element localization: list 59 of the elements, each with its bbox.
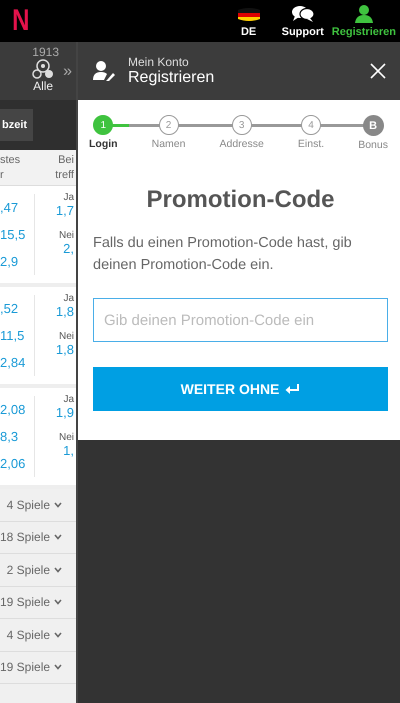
odds-button[interactable]: 2,06	[0, 456, 34, 471]
close-icon	[370, 63, 386, 79]
logo[interactable]: N	[12, 4, 30, 38]
step-label: Einst.	[298, 138, 324, 150]
continue-button[interactable]: WEITER OHNE	[93, 367, 388, 411]
step-label: Bonus	[358, 139, 388, 151]
step-number: 1	[93, 115, 114, 135]
chevron-down-icon	[54, 632, 62, 638]
step-label: Namen	[152, 138, 186, 150]
odds-label: Ja	[63, 192, 74, 203]
step-number: 3	[232, 115, 252, 135]
balls-icon	[31, 59, 56, 79]
odds-button[interactable]: 2,	[63, 241, 74, 256]
column-header: stes r	[0, 153, 22, 183]
sport-filter[interactable]: Alle	[31, 59, 56, 93]
step-label: Addresse	[220, 138, 264, 150]
section-heading: Promotion-Code	[146, 186, 336, 214]
nav-item[interactable]: Support	[278, 0, 328, 42]
chevron-down-icon	[54, 566, 62, 573]
dialog-subtitle: Mein Konto	[128, 55, 190, 69]
odds-label: Ja	[63, 293, 74, 304]
odds-button[interactable]: 1,8	[56, 304, 74, 319]
chat-icon	[290, 4, 316, 24]
odds-button[interactable]: 8,3	[0, 429, 34, 444]
step-number: 2	[158, 115, 179, 135]
odds-label: Nei	[58, 432, 74, 443]
more-button[interactable]: »	[63, 63, 72, 81]
step-label: Login	[89, 138, 118, 150]
nav-item[interactable]: DE	[232, 0, 266, 42]
user-edit-icon	[92, 60, 116, 82]
odds-button[interactable]: 1,7	[56, 203, 74, 218]
step-number: 4	[301, 115, 322, 135]
event-count: 1913	[32, 45, 59, 59]
chevron-down-icon	[54, 664, 62, 670]
odds-button[interactable]: 2,9	[0, 254, 34, 269]
return-icon	[285, 383, 300, 395]
bonus-step-marker: B	[362, 115, 384, 136]
tab-button[interactable]: bzeit	[0, 109, 34, 141]
odds-button[interactable]: 1,8	[56, 342, 74, 357]
odds-button[interactable]: 2,84	[0, 355, 34, 370]
chevron-down-icon	[54, 599, 62, 606]
odds-button[interactable]: ,52	[0, 301, 34, 316]
odds-label: Nei	[58, 230, 74, 241]
chevron-down-icon	[54, 502, 62, 508]
nav-item[interactable]: Registrieren	[328, 0, 400, 42]
odds-button[interactable]: 1,9	[56, 405, 74, 420]
odds-label: Ja	[63, 394, 74, 405]
dialog-title: Registrieren	[128, 69, 216, 87]
odds-button[interactable]: 11,5	[0, 328, 34, 343]
odds-button[interactable]: ,47	[0, 200, 34, 215]
instruction-text: Falls du einen Promotion-Code hast, gib deinen Promotion-Code ein.	[93, 234, 353, 275]
promo-code-field[interactable]: Gib deinen Promotion-Code ein	[93, 298, 388, 342]
chevron-down-icon	[54, 534, 62, 540]
odds-button[interactable]: 15,5	[0, 227, 34, 242]
odds-button[interactable]: 1,	[63, 443, 74, 458]
close-button[interactable]	[370, 63, 386, 79]
odds-label: Nei	[58, 331, 74, 342]
column-header: Bei treff	[54, 153, 75, 183]
odds-button[interactable]: 2,08	[0, 402, 34, 417]
